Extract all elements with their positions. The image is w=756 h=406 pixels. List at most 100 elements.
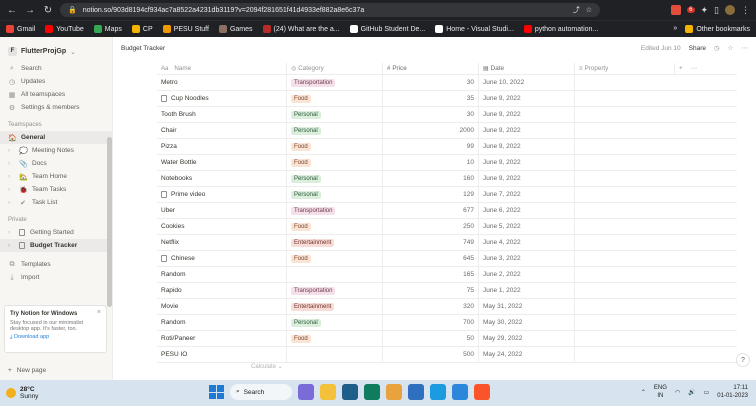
menu-icon[interactable]: ⋮ bbox=[741, 5, 750, 16]
battery-icon[interactable]: ▭ bbox=[704, 389, 710, 396]
app-icon[interactable] bbox=[364, 384, 380, 400]
cell-name[interactable]: Metro bbox=[157, 75, 287, 90]
cell-category[interactable]: Food bbox=[287, 251, 383, 266]
table-row[interactable]: Movie Entertainment 320 May 31, 2022 bbox=[157, 299, 737, 315]
cell-price[interactable]: 500 bbox=[383, 347, 479, 362]
cell-date[interactable]: June 2, 2022 bbox=[479, 267, 575, 282]
cell-property[interactable] bbox=[575, 75, 675, 90]
table-row[interactable]: Random Personal 700 May 30, 2022 bbox=[157, 315, 737, 331]
bookmark-item[interactable]: YouTube bbox=[45, 25, 84, 33]
bookmark-item[interactable]: CP bbox=[131, 25, 153, 33]
cell-property[interactable] bbox=[575, 347, 675, 362]
cell-name[interactable]: Notebooks bbox=[157, 171, 287, 186]
sidebar-item-meeting-notes[interactable]: › 💭 Meeting Notes bbox=[0, 144, 112, 157]
cell-category[interactable]: Personal bbox=[287, 171, 383, 186]
cell-property[interactable] bbox=[575, 123, 675, 138]
chevron-right-icon[interactable]: › bbox=[8, 200, 14, 206]
cell-date[interactable]: June 9, 2022 bbox=[479, 139, 575, 154]
breadcrumb[interactable]: Budget Tracker bbox=[121, 45, 165, 52]
cell-name[interactable]: Cookies bbox=[157, 219, 287, 234]
table-row[interactable]: Pizza Food 99 June 9, 2022 bbox=[157, 139, 737, 155]
cell-property[interactable] bbox=[575, 219, 675, 234]
cell-category[interactable]: Food bbox=[287, 139, 383, 154]
sidebar-item-updates[interactable]: ◷ Updates bbox=[0, 75, 112, 88]
cell-price[interactable]: 165 bbox=[383, 267, 479, 282]
cell-date[interactable]: May 31, 2022 bbox=[479, 299, 575, 314]
cell-property[interactable] bbox=[575, 315, 675, 330]
sidebar-item-settings-members[interactable]: ⚙ Settings & members bbox=[0, 101, 112, 114]
cell-category[interactable]: Personal bbox=[287, 315, 383, 330]
cell-property[interactable] bbox=[575, 155, 675, 170]
cell-category[interactable] bbox=[287, 267, 383, 282]
table-row[interactable]: Random 165 June 2, 2022 bbox=[157, 267, 737, 283]
sidebar-item-team-tasks[interactable]: › 🐞 Team Tasks bbox=[0, 183, 112, 196]
cell-name[interactable]: Netflix bbox=[157, 235, 287, 250]
download-app-link[interactable]: ⤓ Download app bbox=[10, 334, 101, 341]
cell-category[interactable]: Personal bbox=[287, 107, 383, 122]
cell-name[interactable]: Chair bbox=[157, 123, 287, 138]
cell-price[interactable]: 160 bbox=[383, 171, 479, 186]
cell-price[interactable]: 2000 bbox=[383, 123, 479, 138]
cell-date[interactable]: June 7, 2022 bbox=[479, 187, 575, 202]
cell-category[interactable]: Personal bbox=[287, 123, 383, 138]
sidebar-item-task-list[interactable]: › ✔ Task List bbox=[0, 196, 112, 209]
cell-name[interactable]: PESU IO bbox=[157, 347, 287, 362]
avatar[interactable] bbox=[725, 5, 735, 15]
close-icon[interactable]: × bbox=[97, 309, 101, 316]
cell-name[interactable]: Tooth Brush bbox=[157, 107, 287, 122]
volume-icon[interactable]: 🔊 bbox=[688, 389, 695, 396]
cell-property[interactable] bbox=[575, 91, 675, 106]
chevron-right-icon[interactable]: › bbox=[8, 243, 14, 249]
cell-name[interactable]: Cup Noodles bbox=[157, 91, 287, 106]
cell-name[interactable]: Movie bbox=[157, 299, 287, 314]
sidebar-item-templates[interactable]: ⧉ Templates bbox=[0, 258, 112, 271]
table-row[interactable]: Metro Transportation 30 June 10, 2022 bbox=[157, 75, 737, 91]
new-page-button[interactable]: + New page bbox=[0, 367, 113, 374]
app-icon[interactable] bbox=[342, 384, 358, 400]
help-button[interactable]: ? bbox=[736, 353, 750, 367]
bookmarks-overflow[interactable]: » bbox=[673, 25, 677, 33]
cell-category[interactable]: Food bbox=[287, 155, 383, 170]
table-row[interactable]: Uber Transportation 677 June 6, 2022 bbox=[157, 203, 737, 219]
cell-name[interactable]: Random bbox=[157, 267, 287, 282]
cell-price[interactable]: 129 bbox=[383, 187, 479, 202]
cell-price[interactable]: 749 bbox=[383, 235, 479, 250]
sidepanel-icon[interactable]: ▯ bbox=[714, 5, 719, 16]
sidebar-item-search[interactable]: ⌕ Search bbox=[0, 62, 112, 75]
cell-category[interactable]: Food bbox=[287, 219, 383, 234]
sidebar-item-import[interactable]: ⤓ Import bbox=[0, 271, 112, 284]
column-header-price[interactable]: # Price bbox=[383, 63, 479, 74]
cell-property[interactable] bbox=[575, 331, 675, 346]
tray-chevron-icon[interactable]: ⌃ bbox=[641, 389, 646, 396]
bookmark-item[interactable]: GitHub Student De... bbox=[349, 25, 425, 33]
taskbar-search[interactable]: ⌕ Search bbox=[230, 384, 292, 400]
chevron-right-icon[interactable]: › bbox=[8, 174, 14, 180]
table-row[interactable]: Chair Personal 2000 June 9, 2022 bbox=[157, 123, 737, 139]
table-row[interactable]: Cookies Food 250 June 5, 2022 bbox=[157, 219, 737, 235]
weather-widget[interactable]: 28°C Sunny bbox=[6, 386, 38, 400]
cell-date[interactable]: June 1, 2022 bbox=[479, 283, 575, 298]
cell-price[interactable]: 250 bbox=[383, 219, 479, 234]
sidebar-item-getting-started[interactable]: › Getting Started bbox=[0, 226, 112, 239]
table-row[interactable]: Prime video Personal 129 June 7, 2022 bbox=[157, 187, 737, 203]
cell-price[interactable]: 75 bbox=[383, 283, 479, 298]
cell-date[interactable]: June 3, 2022 bbox=[479, 251, 575, 266]
cell-name[interactable]: Chinese bbox=[157, 251, 287, 266]
more-icon[interactable]: ⋯ bbox=[742, 44, 749, 52]
teams-icon[interactable] bbox=[298, 384, 314, 400]
brave-icon[interactable] bbox=[474, 384, 490, 400]
cell-price[interactable]: 10 bbox=[383, 155, 479, 170]
bookmark-item[interactable]: Home - Visual Studi... bbox=[435, 25, 514, 33]
mail-icon[interactable] bbox=[408, 384, 424, 400]
table-row[interactable]: Water Bottle Food 10 June 9, 2022 bbox=[157, 155, 737, 171]
address-bar[interactable]: 🔒 notion.so/903d8194cf934ac7a8522a4231db… bbox=[60, 3, 600, 17]
chevron-right-icon[interactable]: › bbox=[8, 187, 14, 193]
cell-date[interactable]: June 9, 2022 bbox=[479, 123, 575, 138]
forward-icon[interactable]: → bbox=[24, 5, 36, 16]
wifi-icon[interactable]: ◠ bbox=[675, 389, 680, 396]
table-row[interactable]: PESU IO 500 May 24, 2022 bbox=[157, 347, 737, 363]
column-more-icon[interactable]: ⋯ bbox=[691, 65, 697, 72]
cell-category[interactable]: Food bbox=[287, 331, 383, 346]
cell-price[interactable]: 677 bbox=[383, 203, 479, 218]
cell-property[interactable] bbox=[575, 139, 675, 154]
